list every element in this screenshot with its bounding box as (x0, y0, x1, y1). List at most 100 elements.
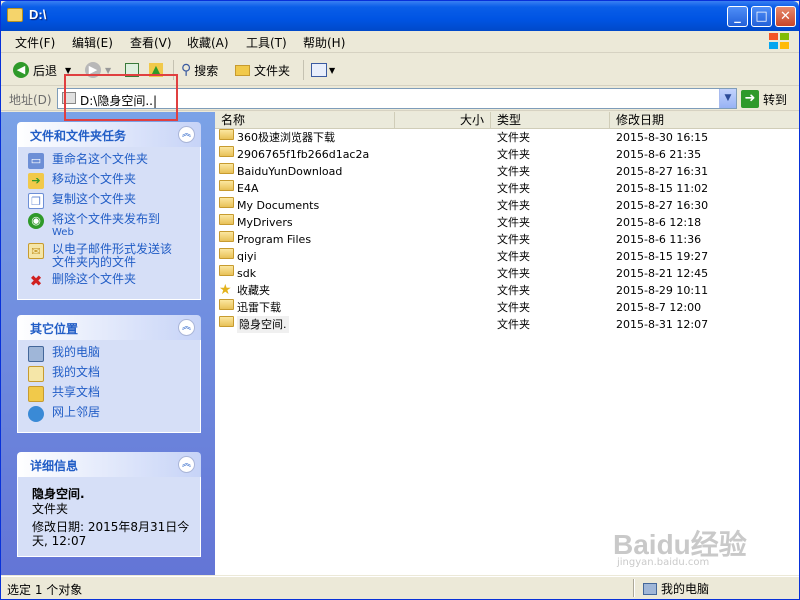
folder-icon (219, 231, 234, 242)
address-input[interactable]: D:\隐身空间..| ▼ (57, 88, 737, 109)
task-publish-web[interactable]: ◉ 将这个文件夹发布到 Web (28, 213, 192, 239)
status-selection: 选定 1 个对象 (7, 583, 83, 597)
table-row[interactable]: sdk 文件夹 2015-8-21 12:45 (215, 265, 799, 282)
other-places-panel: 其它位置 ︽ 我的电脑 我的文档 共享文档 网上邻居 (17, 315, 201, 433)
cell-modified: 2015-8-6 21:35 (616, 148, 702, 161)
title-bar[interactable]: D:\ _ □ ✕ (1, 1, 799, 31)
menu-tools[interactable]: 工具(T) (246, 34, 287, 51)
address-value: D:\隐身空间..| (80, 94, 157, 108)
panel-body: ▭ 重命名这个文件夹 ➔ 移动这个文件夹 ❐ 复制这个文件夹 ◉ 将这个文件夹发… (17, 147, 201, 300)
back-arrow-icon: ◀ (13, 62, 29, 78)
cell-modified: 2015-8-27 16:30 (616, 199, 709, 212)
task-label: 删除这个文件夹 (52, 272, 137, 286)
folder-icon (219, 146, 234, 157)
collapse-chevron-icon[interactable]: ︽ (178, 126, 195, 143)
table-row[interactable]: 2906765f1fb266d1ac2a 文件夹 2015-8-6 21:35 (215, 146, 799, 163)
views-button[interactable]: ▼ (311, 60, 335, 80)
task-email-files[interactable]: ✉ 以电子邮件形式发送该 文件夹内的文件 (28, 243, 192, 269)
task-label: 重命名这个文件夹 (52, 152, 149, 166)
views-icon (311, 63, 327, 77)
column-size[interactable]: 大小 (395, 112, 491, 129)
status-bar: 选定 1 个对象 我的电脑 (1, 576, 799, 599)
folder-icon (219, 316, 234, 327)
cell-type: 文件夹 (497, 233, 530, 246)
table-row[interactable]: MyDrivers 文件夹 2015-8-6 12:18 (215, 214, 799, 231)
task-label-web: Web (52, 227, 74, 238)
menu-file[interactable]: 文件(F) (15, 34, 55, 51)
maximize-button[interactable]: □ (751, 6, 772, 27)
table-row[interactable]: 360极速浏览器下载 文件夹 2015-8-30 16:15 (215, 129, 799, 146)
shared-documents-icon (28, 386, 44, 402)
panel-title: 详细信息 (30, 459, 79, 473)
back-label: 后退 (33, 63, 58, 78)
forward-dropdown-icon[interactable]: ▼ (105, 66, 111, 75)
cell-modified: 2015-8-6 12:18 (616, 216, 702, 229)
address-dropdown-button[interactable]: ▼ (719, 89, 736, 108)
menu-edit[interactable]: 编辑(E) (72, 34, 113, 51)
column-modified[interactable]: 修改日期 (610, 112, 799, 129)
forward-button[interactable]: ▶ ▼ (85, 60, 111, 80)
network-places-icon (28, 406, 44, 422)
folder-icon (219, 248, 234, 259)
window-title: D:\ (29, 7, 47, 22)
column-name[interactable]: 名称 (215, 112, 395, 129)
collapse-chevron-icon[interactable]: ︽ (178, 319, 195, 336)
address-label: 地址(D) (9, 93, 52, 107)
panel-header[interactable]: 文件和文件夹任务 ︽ (17, 122, 201, 147)
cell-modified: 2015-8-7 12:00 (616, 301, 702, 314)
folder-window-icon (7, 8, 23, 22)
cell-name: 2906765f1fb266d1ac2a (237, 148, 370, 161)
table-row[interactable]: 迅雷下载 文件夹 2015-8-7 12:00 (215, 299, 799, 316)
close-button[interactable]: ✕ (775, 6, 796, 27)
place-shared-documents[interactable]: 共享文档 (28, 386, 192, 402)
panel-title: 其它位置 (30, 322, 79, 336)
table-row[interactable]: ★ 收藏夹 文件夹 2015-8-29 10:11 (215, 282, 799, 299)
up-folder-button[interactable]: ▲ (149, 60, 163, 80)
column-type[interactable]: 类型 (491, 112, 610, 129)
table-row[interactable]: qiyi 文件夹 2015-8-15 19:27 (215, 248, 799, 265)
refresh-button[interactable] (125, 60, 139, 80)
cell-type: 文件夹 (497, 131, 530, 144)
back-dropdown-icon[interactable]: ▼ (65, 66, 71, 75)
table-row[interactable]: 隐身空间. 文件夹 2015-8-31 12:07 (215, 316, 799, 333)
menu-view[interactable]: 查看(V) (130, 34, 172, 51)
place-label: 网上邻居 (52, 405, 101, 419)
table-row[interactable]: My Documents 文件夹 2015-8-27 16:30 (215, 197, 799, 214)
cell-name: sdk (237, 267, 257, 280)
task-move-folder[interactable]: ➔ 移动这个文件夹 (28, 173, 192, 189)
task-copy-folder[interactable]: ❐ 复制这个文件夹 (28, 193, 192, 209)
table-row[interactable]: Program Files 文件夹 2015-8-6 11:36 (215, 231, 799, 248)
menu-bar: 文件(F) 编辑(E) 查看(V) 收藏(A) 工具(T) 帮助(H) (1, 31, 799, 53)
place-my-computer[interactable]: 我的电脑 (28, 346, 192, 362)
watermark-main: Baidu经验 (613, 529, 747, 560)
cell-name: Program Files (237, 233, 312, 246)
go-button[interactable]: ➜ 转到 (741, 89, 787, 109)
task-label-line2: 文件夹内的文件 (52, 255, 137, 269)
file-list: 名称 大小 类型 修改日期 360极速浏览器下载 文件夹 2015-8-30 1… (215, 112, 799, 575)
collapse-chevron-icon[interactable]: ︽ (178, 456, 195, 473)
task-rename-folder[interactable]: ▭ 重命名这个文件夹 (28, 153, 192, 169)
cell-name: E4A (237, 182, 259, 195)
folder-icon (219, 265, 234, 276)
minimize-button[interactable]: _ (727, 6, 748, 27)
back-button[interactable]: ◀ 后退 ▼ (13, 60, 71, 80)
search-button[interactable]: ⚲ 搜索 (181, 60, 218, 80)
menu-help[interactable]: 帮助(H) (303, 34, 345, 51)
rename-icon: ▭ (28, 153, 44, 169)
table-row[interactable]: E4A 文件夹 2015-8-15 11:02 (215, 180, 799, 197)
folder-icon (219, 197, 234, 208)
task-delete-folder[interactable]: ✖ 删除这个文件夹 (28, 272, 192, 290)
my-documents-icon (28, 366, 44, 382)
place-my-documents[interactable]: 我的文档 (28, 366, 192, 382)
table-row[interactable]: BaiduYunDownload 文件夹 2015-8-27 16:31 (215, 163, 799, 180)
panel-header[interactable]: 其它位置 ︽ (17, 315, 201, 340)
cell-type: 文件夹 (497, 165, 530, 178)
folders-button[interactable]: 文件夹 (235, 60, 290, 80)
menu-favorites[interactable]: 收藏(A) (187, 34, 229, 51)
cell-type: 文件夹 (497, 182, 530, 195)
place-network[interactable]: 网上邻居 (28, 406, 192, 422)
column-header-row: 名称 大小 类型 修改日期 (215, 112, 799, 129)
panel-header[interactable]: 详细信息 ︽ (17, 452, 201, 477)
copy-icon: ❐ (28, 193, 44, 209)
my-computer-icon (28, 346, 44, 362)
